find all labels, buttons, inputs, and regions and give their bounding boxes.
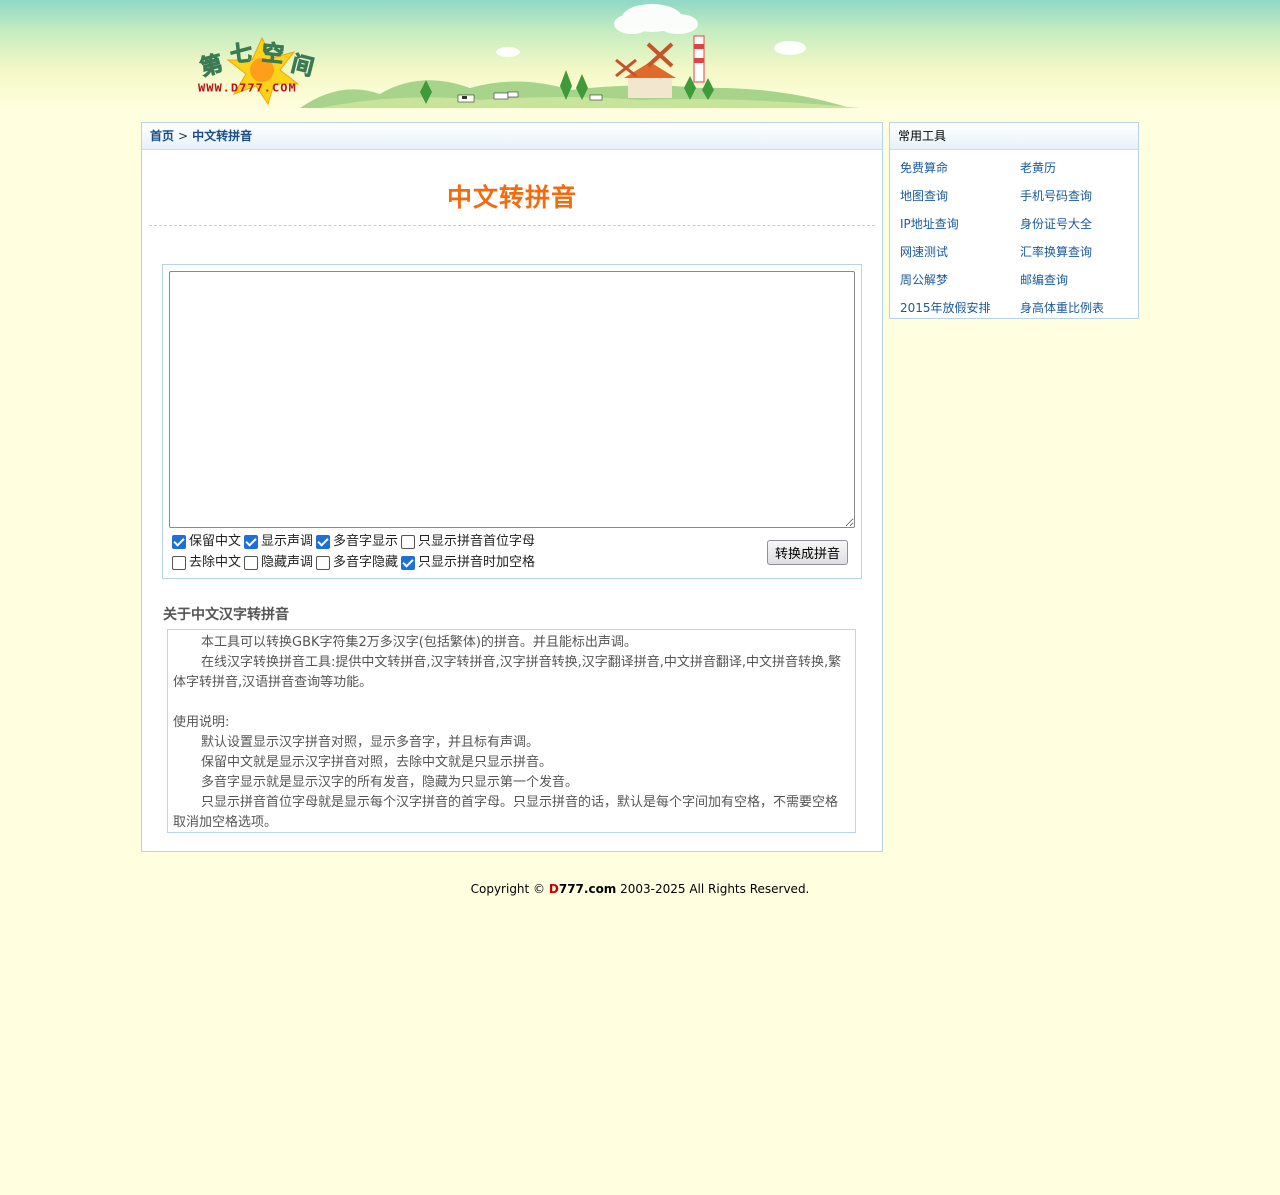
checkbox-checked[interactable] [172,535,186,549]
sidebar-tool-link[interactable]: 网速测试 [900,243,948,260]
sidebar-tool-link[interactable]: 免费算命 [900,159,948,176]
option-label: 去除中文 [189,555,242,570]
option-options_row2-3[interactable]: 只显示拼音时加空格 [401,554,535,572]
footer-copyright: Copyright © D777.com 2003-2025 All Right… [0,882,1280,896]
option-label: 多音字显示 [333,534,399,549]
option-label: 只显示拼音首位字母 [418,534,536,549]
sidebar-tool-link[interactable]: 身份证号大全 [1020,215,1092,232]
about-section-content: 本工具可以转换GBK字符集2万多汉字(包括繁体)的拼音。并且能标出声调。 在线汉… [167,629,856,833]
header-scenery [226,4,860,108]
usage-item: 默认设置显示汉字拼音对照，显示多音字，并且标有声调。 [201,735,540,750]
footer-brand[interactable]: D777.com [549,882,616,896]
options-row-2: 去除中文 隐藏声调 多音字隐藏 只显示拼音时加空格 [172,554,538,572]
checkbox-unchecked[interactable] [401,535,416,549]
breadcrumb-separator: > [178,129,189,143]
option-label: 只显示拼音时加空格 [418,555,536,570]
option-options_row1-0[interactable]: 保留中文 [172,533,241,551]
option-options_row1-3[interactable]: 只显示拼音首位字母 [401,533,535,551]
sidebar-tool-link[interactable]: 2015年放假安排 [900,299,991,316]
about-paragraph: 在线汉字转换拼音工具:提供中文转拼音,汉字转拼音,汉字拼音转换,汉字翻译拼音,中… [173,655,842,690]
option-label: 多音字隐藏 [333,555,399,570]
breadcrumb: 首页 > 中文转拼音 [142,123,882,150]
sidebar-tool-link[interactable]: IP地址查询 [900,215,959,232]
option-label: 显示声调 [261,534,314,549]
sidebar-tool-link[interactable]: 老黄历 [1020,159,1056,176]
breadcrumb-home-link[interactable]: 首页 [150,129,174,143]
option-options_row1-2[interactable]: 多音字显示 [316,533,398,551]
checkbox-checked[interactable] [316,535,331,549]
usage-item: 只显示拼音首位字母就是显示每个汉字拼音的首字母。只显示拼音的话，默认是每个字间加… [173,795,839,830]
sidebar-tool-link[interactable]: 邮编查询 [1020,271,1068,288]
footer-prefix: Copyright © [470,882,549,896]
converter-box: 保留中文 显示声调 多音字显示 只显示拼音首位字母 去除中文 隐藏声调 多音字隐藏 只显示拼… [162,264,862,579]
usage-title: 使用说明: [173,715,230,730]
usage-item: 保留中文就是显示汉字拼音对照，去除中文就是只显示拼音。 [201,755,553,770]
option-label: 隐藏声调 [261,555,314,570]
footer-brand-d: D [548,882,559,896]
title-divider [149,225,875,226]
options-row-1: 保留中文 显示声调 多音字显示 只显示拼音首位字母 [172,533,538,551]
logo-char-3: 空 [260,40,286,69]
page-title: 中文转拼音 [446,183,577,212]
header-banner: 第 七 空 间 WWW.D777.COM [0,0,1280,110]
sidebar-tool-link[interactable]: 手机号码查询 [1020,187,1092,204]
usage-item: 多音字显示就是显示汉字的所有发音，隐藏为只显示第一个发音。 [201,775,579,790]
about-section-title: 关于中文汉字转拼音 [163,607,289,623]
sidebar-common-tools: 常用工具 免费算命 老黄历地图查询 手机号码查询 IP地址查询 身份证号大全网速测试 汇率… [889,122,1139,319]
checkbox-unchecked[interactable] [172,556,186,570]
footer-suffix: 2003-2025 All Rights Reserved. [616,882,810,896]
checkbox-unchecked[interactable] [244,556,259,570]
sidebar-tool-link[interactable]: 汇率换算查询 [1020,243,1092,260]
logo-url-text[interactable]: WWW.D777.COM [198,82,297,94]
checkbox-checked[interactable] [401,556,416,570]
sidebar-tool-link[interactable]: 周公解梦 [900,271,948,288]
sidebar-tool-link[interactable]: 身高体重比例表 [1020,299,1104,316]
option-options_row2-2[interactable]: 多音字隐藏 [316,554,398,572]
chinese-text-input[interactable] [169,271,855,528]
sidebar-title: 常用工具 [890,123,1138,150]
sidebar-tool-link[interactable]: 地图查询 [900,187,948,204]
breadcrumb-current-link[interactable]: 中文转拼音 [192,129,252,143]
checkbox-unchecked[interactable] [316,556,331,570]
option-options_row2-0[interactable]: 去除中文 [172,554,241,572]
main-panel: 首页 > 中文转拼音 中文转拼音 保留中文 显示声调 多音字显示 只显示拼音首位字母 去除… [141,122,883,852]
option-label: 保留中文 [189,534,242,549]
option-options_row2-1[interactable]: 隐藏声调 [244,554,313,572]
logo-char-2: 七 [229,40,255,69]
checkbox-checked[interactable] [244,535,259,549]
about-paragraph: 本工具可以转换GBK字符集2万多汉字(包括繁体)的拼音。并且能标出声调。 [201,635,637,650]
footer-brand-rest: 777.com [558,882,617,896]
convert-to-pinyin-button[interactable]: 转换成拼音 [767,540,848,565]
option-options_row1-1[interactable]: 显示声调 [244,533,313,551]
